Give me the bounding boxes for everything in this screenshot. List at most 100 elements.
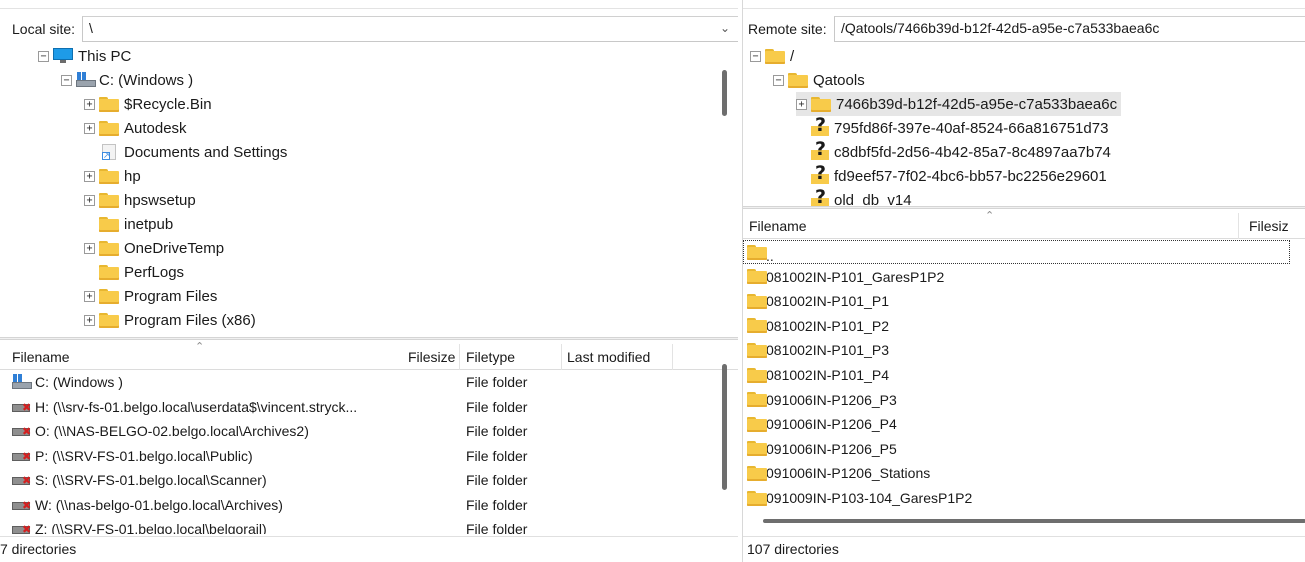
file-type-cell: File folder <box>466 521 528 534</box>
collapse-icon[interactable]: − <box>750 50 761 62</box>
tree-node[interactable]: ↗ Documents and Settings <box>84 140 287 164</box>
tree-node[interactable]: − C: (Windows ) <box>61 68 193 92</box>
folder-icon <box>99 96 119 112</box>
file-row[interactable]: 081002IN-P101_GaresP1P2 <box>743 265 1305 289</box>
tree-node[interactable]: PerfLogs <box>84 260 184 284</box>
tree-node-label: Program Files (x86) <box>124 311 256 329</box>
network-drive-icon: ✖ <box>12 399 32 415</box>
expand-icon[interactable]: + <box>84 194 95 206</box>
network-drive-icon: ✖ <box>12 423 32 439</box>
local-status-bar: 7 directories <box>0 536 738 560</box>
sort-ascending-icon: ⌃ <box>195 341 205 353</box>
remote-site-path-input[interactable]: /Qatools/7466b39d-b12f-42d5-a95e-c7a533b… <box>834 16 1305 42</box>
chevron-down-icon[interactable]: ⌄ <box>720 21 730 35</box>
folder-icon <box>788 72 808 88</box>
file-name-cell: 081002IN-P101_P2 <box>747 314 1247 338</box>
remote-file-list[interactable]: .. 081002IN-P101_GaresP1P2 081002IN-P101_P… <box>743 240 1305 512</box>
column-last-modified[interactable]: Last modified <box>563 344 673 370</box>
file-name: 081002IN-P101_P4 <box>766 367 889 383</box>
tree-node[interactable]: + Program Files (x86) <box>84 308 256 332</box>
file-row[interactable]: 091006IN-P1206_P5 <box>743 437 1305 461</box>
tree-node[interactable]: + Program Files <box>84 284 217 308</box>
expand-icon[interactable]: + <box>796 98 807 110</box>
folder-icon <box>99 240 119 256</box>
tree-node[interactable]: + OneDriveTemp <box>84 236 224 260</box>
file-name-cell: 081002IN-P101_P1 <box>747 289 1247 313</box>
file-row[interactable]: .. <box>743 240 1290 264</box>
network-drive-icon: ✖ <box>12 472 32 488</box>
tree-node[interactable]: + hpswsetup <box>84 188 196 212</box>
tree-node[interactable]: − This PC <box>38 44 131 68</box>
tree-node[interactable]: inetpub <box>84 212 173 236</box>
file-row[interactable]: 091006IN-P1206_P4 <box>743 412 1305 436</box>
folder-icon <box>747 318 767 334</box>
collapse-icon[interactable]: − <box>61 74 72 86</box>
tree-node-label: $Recycle.Bin <box>124 95 212 113</box>
file-row[interactable]: 091009IN-P103-104_GaresP1P2 <box>743 486 1305 510</box>
file-row[interactable]: ✖ W: (\\nas-belgo-01.belgo.local\Archives… <box>0 493 738 517</box>
file-name: .. <box>766 248 774 264</box>
column-filesize[interactable]: Filesize <box>404 344 460 370</box>
column-filesize[interactable]: Filesiz <box>1245 213 1305 239</box>
tree-node-label: PerfLogs <box>124 263 185 281</box>
sort-ascending-icon: ⌃ <box>985 210 995 222</box>
network-drive-icon: ✖ <box>12 448 32 464</box>
local-list-scrollbar[interactable] <box>722 364 727 490</box>
tree-node[interactable]: ? old_db_v14 <box>796 187 912 208</box>
expand-icon[interactable]: + <box>84 314 95 326</box>
file-type-cell: File folder <box>466 374 528 390</box>
network-drive-icon: ✖ <box>12 521 32 534</box>
expand-icon[interactable]: + <box>84 290 95 302</box>
local-site-path-input[interactable]: \ <box>82 16 738 42</box>
local-file-list[interactable]: C: (Windows ) File folder ✖ H: (\\srv-fs-01… <box>0 370 738 534</box>
folder-icon <box>99 216 119 232</box>
file-row[interactable]: C: (Windows ) File folder <box>0 370 738 394</box>
tree-node[interactable]: + $Recycle.Bin <box>84 92 212 116</box>
remote-list-hscrollbar[interactable] <box>763 519 1305 523</box>
file-row[interactable]: ✖ Z: (\\SRV-FS-01.belgo.local\belgorail) F… <box>0 517 738 534</box>
file-name: P: (\\SRV-FS-01.belgo.local\Public) <box>35 447 253 464</box>
tree-node[interactable]: + Autodesk <box>84 116 187 140</box>
expand-icon[interactable]: + <box>84 242 95 254</box>
file-row[interactable]: 091006IN-P1206_Stations <box>743 461 1305 485</box>
local-splitter[interactable] <box>0 337 738 340</box>
tree-node[interactable]: − Qatools <box>773 68 865 92</box>
collapse-icon[interactable]: − <box>773 74 784 86</box>
local-directory-tree[interactable]: − This PC − C: (Windows ) + $Recycle.Bin + Auto… <box>0 44 738 340</box>
local-file-list-header: Filename ⌃ Filesize Filetype Last modifi… <box>0 341 738 370</box>
file-row[interactable]: 081002IN-P101_P4 <box>743 363 1305 387</box>
tree-node[interactable]: + hp <box>84 164 141 188</box>
file-row[interactable]: 091006IN-P1206_P3 <box>743 388 1305 412</box>
remote-splitter[interactable] <box>743 206 1305 209</box>
expand-icon[interactable]: + <box>84 98 95 110</box>
tree-node-label: hpswsetup <box>124 191 196 209</box>
file-row[interactable]: ✖ O: (\\NAS-BELGO-02.belgo.local\Archives… <box>0 419 738 443</box>
remote-site-pane: Remote site: /Qatools/7466b39d-b12f-42d5… <box>742 0 1305 562</box>
pc-icon <box>53 48 73 64</box>
column-filetype[interactable]: Filetype <box>462 344 562 370</box>
file-name-cell: 091006IN-P1206_Stations <box>747 461 1247 485</box>
tree-node[interactable]: ? fd9eef57-7f02-4bc6-bb57-bc2256e29601 <box>796 163 1107 188</box>
tree-node-label: C: (Windows ) <box>99 71 194 89</box>
tree-node-label: 795fd86f-397e-40af-8524-66a816751d73 <box>834 119 1109 137</box>
file-row[interactable]: 081002IN-P101_P2 <box>743 314 1305 338</box>
tree-node[interactable]: ? c8dbf5fd-2d56-4b42-85a7-8c4897aa7b74 <box>796 139 1111 164</box>
column-filename[interactable]: Filename <box>8 344 404 370</box>
tree-node[interactable]: ? 795fd86f-397e-40af-8524-66a816751d73 <box>796 115 1109 140</box>
file-row[interactable]: 081002IN-P101_P3 <box>743 338 1305 362</box>
remote-site-bar: Remote site: /Qatools/7466b39d-b12f-42d5… <box>743 16 1305 42</box>
file-row[interactable]: 081002IN-P101_P1 <box>743 289 1305 313</box>
tree-node[interactable]: +7466b39d-b12f-42d5-a95e-c7a533baea6c <box>796 92 1122 116</box>
file-row[interactable]: ✖ S: (\\SRV-FS-01.belgo.local\Scanner) Fil… <box>0 468 738 492</box>
folder-icon <box>99 192 119 208</box>
expand-icon[interactable]: + <box>84 170 95 182</box>
remote-directory-tree[interactable]: − / − Qatools +7466b39d-b12f-42d5-a95e-c7a53… <box>743 44 1305 208</box>
expand-icon[interactable]: + <box>84 122 95 134</box>
file-name: Z: (\\SRV-FS-01.belgo.local\belgorail) <box>35 521 267 534</box>
file-name-cell: ✖ Z: (\\SRV-FS-01.belgo.local\belgorail) <box>12 517 407 534</box>
file-row[interactable]: ✖ H: (\\srv-fs-01.belgo.local\userdata$\v… <box>0 395 738 419</box>
tree-node[interactable]: − / <box>750 44 794 68</box>
local-tree-scrollbar[interactable] <box>722 70 727 116</box>
file-row[interactable]: ✖ P: (\\SRV-FS-01.belgo.local\Public) File… <box>0 444 738 468</box>
collapse-icon[interactable]: − <box>38 50 49 62</box>
